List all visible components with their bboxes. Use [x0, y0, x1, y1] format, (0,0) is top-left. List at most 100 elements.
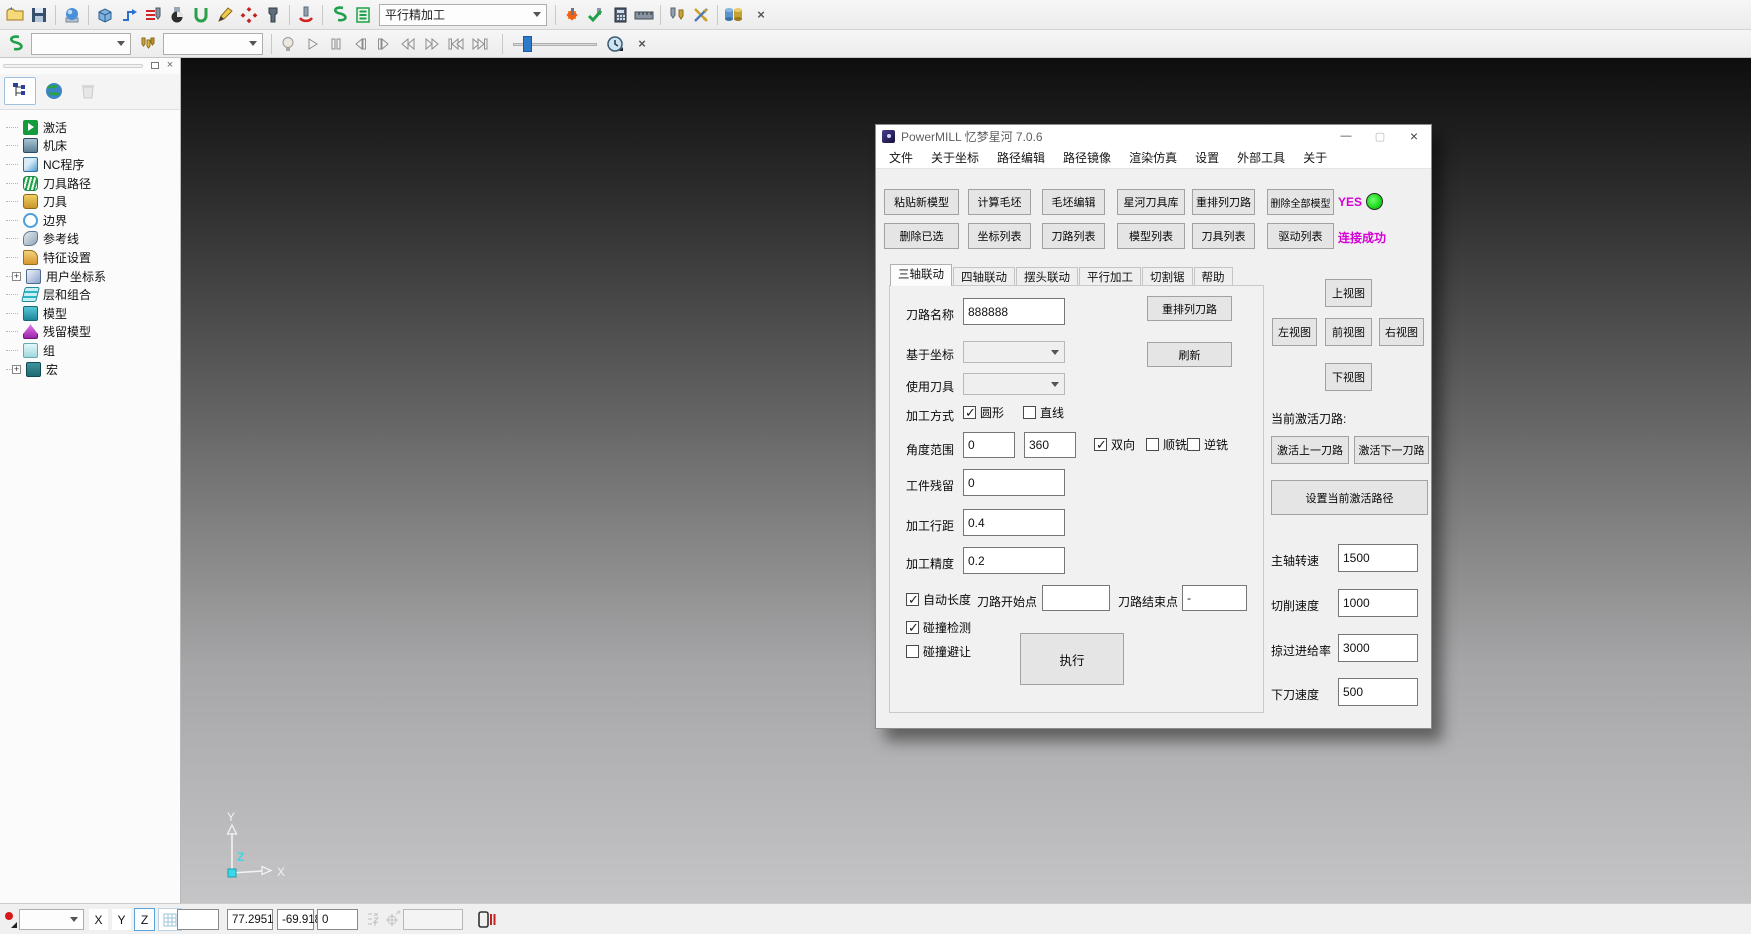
front-view-button[interactable]: 前视图	[1325, 318, 1372, 346]
toolpath-spring-icon[interactable]	[327, 3, 351, 27]
statusbar-dropdown[interactable]	[19, 909, 84, 930]
tab-swivel-head[interactable]: 摆头联动	[1016, 267, 1078, 286]
simulation-speed-slider[interactable]	[513, 35, 597, 53]
line-checkbox[interactable]: 直线	[1023, 404, 1064, 421]
cylinder-pair-icon[interactable]	[722, 3, 746, 27]
dialog-titlebar[interactable]: PowerMILL 忆梦星河 7.0.6 — ▢ ×	[876, 125, 1431, 147]
bidirectional-checkbox[interactable]: 双向	[1094, 436, 1135, 453]
toolbar-close-icon[interactable]: ×	[752, 6, 770, 24]
strategy-list-icon[interactable]	[351, 3, 375, 27]
menu-settings[interactable]: 设置	[1186, 147, 1228, 168]
tab-help[interactable]: 帮助	[1194, 267, 1233, 286]
toolpath-name-input[interactable]	[963, 298, 1065, 325]
tree-item-stock-model[interactable]: 残留模型	[6, 323, 180, 342]
rewind-icon[interactable]	[396, 32, 420, 56]
drive-list-button[interactable]: 驱动列表	[1267, 223, 1334, 249]
panel-grip[interactable]	[3, 64, 143, 68]
top-view-button[interactable]: 上视图	[1325, 279, 1372, 307]
minimize-icon[interactable]: —	[1329, 125, 1363, 147]
left-view-button[interactable]: 左视图	[1272, 318, 1317, 346]
block-cube-icon[interactable]	[93, 3, 117, 27]
tab-saw[interactable]: 切割锯	[1142, 267, 1193, 286]
delete-all-models-button[interactable]: 删除全部模型	[1267, 189, 1334, 215]
menu-coords[interactable]: 关于坐标	[922, 147, 988, 168]
rapid-feed-input[interactable]	[1338, 634, 1418, 662]
tab-parallel[interactable]: 平行加工	[1079, 267, 1141, 286]
menu-file[interactable]: 文件	[880, 147, 922, 168]
tree-item-macro[interactable]: +宏	[6, 360, 180, 379]
simulation-door-icon[interactable]	[477, 910, 497, 932]
tool-pair-icon[interactable]	[665, 3, 689, 27]
coord-z-field[interactable]: 0	[317, 909, 358, 930]
expand-icon[interactable]: +	[12, 365, 21, 374]
toolbar-close-icon[interactable]: ×	[633, 35, 651, 53]
pencil-icon[interactable]	[213, 3, 237, 27]
paste-new-model-button[interactable]: 粘贴新模型	[884, 189, 959, 215]
play-icon[interactable]	[300, 32, 324, 56]
axis-x-button[interactable]: X	[88, 908, 109, 931]
tree-item-boundary[interactable]: 边界	[6, 211, 180, 230]
tool-select-dropdown[interactable]	[163, 33, 263, 55]
bulb-icon[interactable]	[276, 32, 300, 56]
draw-point-button[interactable]	[2, 910, 17, 930]
tree-item-nc-program[interactable]: NC程序	[6, 155, 180, 174]
end-point-input[interactable]	[1182, 585, 1247, 611]
panel-close-icon[interactable]: ×	[163, 59, 177, 72]
polyline-arrow-icon[interactable]	[117, 3, 141, 27]
delete-selected-button[interactable]: 删除已选	[884, 223, 959, 249]
set-active-path-button[interactable]: 设置当前激活路径	[1271, 480, 1428, 515]
menu-path-edit[interactable]: 路径编辑	[988, 147, 1054, 168]
verify-check-icon[interactable]	[584, 3, 608, 27]
tool-holder-icon[interactable]	[261, 3, 285, 27]
bottom-view-button[interactable]: 下视图	[1325, 363, 1372, 391]
tool-library-button[interactable]: 星河刀具库	[1117, 189, 1185, 215]
rearrange-button[interactable]: 重排列刀路	[1147, 296, 1232, 321]
right-view-button[interactable]: 右视图	[1379, 318, 1424, 346]
calc-stock-button[interactable]: 计算毛坯	[968, 189, 1031, 215]
auto-length-checkbox[interactable]: 自动长度	[906, 591, 971, 608]
menu-external-tools[interactable]: 外部工具	[1228, 147, 1294, 168]
maximize-icon[interactable]: ▢	[1363, 125, 1397, 147]
execute-button[interactable]: 执行	[1020, 633, 1124, 685]
conventional-checkbox[interactable]: 逆铣	[1187, 436, 1228, 453]
tree-view-tab[interactable]	[4, 77, 36, 105]
tree-item-machine[interactable]: 机床	[6, 137, 180, 156]
globe-tab[interactable]	[38, 77, 70, 105]
strategy-dropdown[interactable]: 平行精加工	[379, 4, 547, 26]
circle-checkbox[interactable]: 圆形	[963, 404, 1004, 421]
burst-tool-icon[interactable]	[560, 3, 584, 27]
tree-item-ucs[interactable]: +用户坐标系	[6, 267, 180, 286]
model-list-button[interactable]: 模型列表	[1117, 223, 1185, 249]
stepover-input[interactable]	[963, 509, 1065, 536]
step-forward-icon[interactable]	[372, 32, 396, 56]
axis-z-button[interactable]: Z	[134, 908, 155, 931]
rearrange-toolpaths-button[interactable]: 重排列刀路	[1192, 189, 1255, 215]
sphere-print-icon[interactable]	[60, 3, 84, 27]
menu-about[interactable]: 关于	[1294, 147, 1336, 168]
clamp-u-icon[interactable]	[189, 3, 213, 27]
tree-item-pattern[interactable]: 参考线	[6, 230, 180, 249]
toolpath-select-dropdown[interactable]	[31, 33, 131, 55]
axis-y-button[interactable]: Y	[111, 908, 132, 931]
skip-to-end-icon[interactable]	[468, 32, 492, 56]
slider-handle[interactable]	[523, 36, 532, 52]
points-diamond-icon[interactable]	[237, 3, 261, 27]
menu-path-mirror[interactable]: 路径镜像	[1054, 147, 1120, 168]
expand-icon[interactable]: +	[12, 272, 21, 281]
tree-item-levels[interactable]: 层和组合	[6, 285, 180, 304]
fast-forward-icon[interactable]	[420, 32, 444, 56]
calculator-icon[interactable]	[608, 3, 632, 27]
save-icon[interactable]	[27, 3, 51, 27]
collision-avoid-checkbox[interactable]: 碰撞避让	[906, 643, 971, 660]
stock-remain-input[interactable]	[963, 469, 1065, 496]
ball-tool-icon[interactable]	[165, 3, 189, 27]
tab-4axis[interactable]: 四轴联动	[953, 267, 1015, 286]
step-back-icon[interactable]	[348, 32, 372, 56]
pause-icon[interactable]	[324, 32, 348, 56]
activate-prev-toolpath-button[interactable]: 激活上一刀路	[1271, 436, 1349, 464]
activate-next-toolpath-button[interactable]: 激活下一刀路	[1354, 436, 1429, 464]
stock-edit-button[interactable]: 毛坯编辑	[1042, 189, 1105, 215]
coord-y-field[interactable]: -69.918	[277, 909, 314, 930]
collision-detect-checkbox[interactable]: 碰撞检测	[906, 619, 971, 636]
tree-item-tool[interactable]: 刀具	[6, 192, 180, 211]
